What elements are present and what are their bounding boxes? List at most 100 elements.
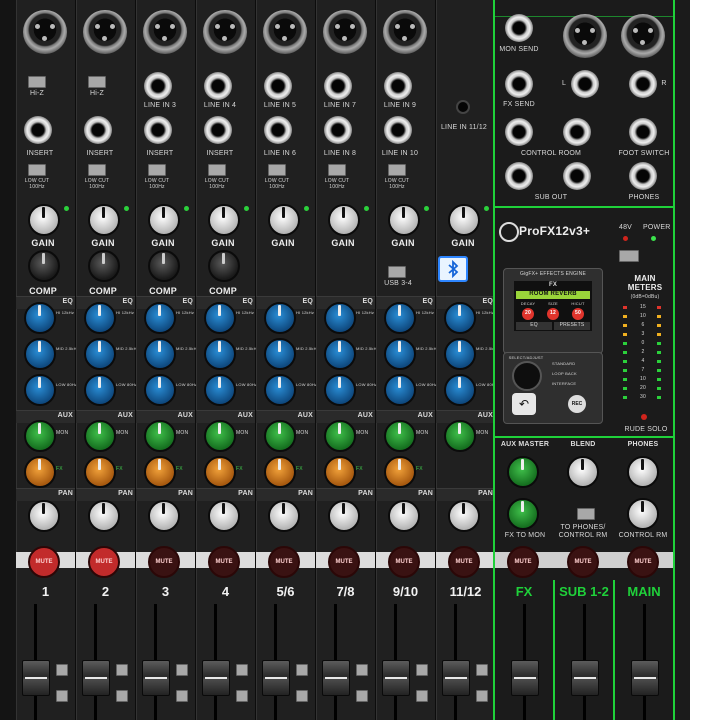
pan-knob[interactable] [208,500,240,532]
back-button[interactable]: ↶ [512,393,536,415]
fx-presets-button[interactable]: PRESETS [554,322,590,330]
mute-button[interactable]: MUTE [208,546,240,578]
mute-button[interactable]: MUTE [388,546,420,578]
sub-assign-switch[interactable] [356,664,368,676]
sub-out-2-jack[interactable] [563,162,591,190]
pan-knob[interactable] [88,500,120,532]
channel-fader[interactable] [262,660,290,696]
gain-knob[interactable] [448,204,480,236]
fx-mute-button[interactable]: MUTE [507,546,539,578]
eq-low-knob[interactable] [204,374,236,406]
main-assign-switch[interactable] [296,690,308,702]
main-mute-button[interactable]: MUTE [627,546,659,578]
channel-fader[interactable] [22,660,50,696]
pan-knob[interactable] [448,500,480,532]
main-assign-switch[interactable] [56,690,68,702]
fx-fader[interactable] [511,660,539,696]
low-cut-switch[interactable] [388,164,406,176]
phantom-switch[interactable] [619,250,639,262]
aux-fx-knob[interactable] [24,456,56,488]
pan-knob[interactable] [268,500,300,532]
fx-send-jack[interactable] [505,70,533,98]
line-in-jack-2[interactable] [324,116,352,144]
hiz-switch[interactable] [88,76,106,88]
pan-knob[interactable] [328,500,360,532]
aux-mon-knob[interactable] [324,420,356,452]
insert-jack[interactable] [144,116,172,144]
bluetooth-icon[interactable] [438,256,468,282]
hiz-switch[interactable] [28,76,46,88]
phones-knob[interactable] [627,456,659,488]
rec-button[interactable]: REC [568,395,586,413]
main-out-right-xlr[interactable] [621,14,665,58]
main-assign-switch[interactable] [176,690,188,702]
line-in-jack[interactable] [384,72,412,100]
line-in-jack[interactable] [204,72,232,100]
gain-knob[interactable] [268,204,300,236]
mute-button[interactable]: MUTE [268,546,300,578]
eq-low-knob[interactable] [324,374,356,406]
aux-mon-knob[interactable] [204,420,236,452]
eq-low-knob[interactable] [24,374,56,406]
eq-low-knob[interactable] [144,374,176,406]
main-assign-switch[interactable] [356,690,368,702]
line-in-jack[interactable] [144,72,172,100]
main-out-right-jack[interactable] [629,70,657,98]
aux-mon-knob[interactable] [444,420,476,452]
eq-mid-knob[interactable] [444,338,476,370]
xlr-input[interactable] [263,10,307,54]
eq-hi-knob[interactable] [144,302,176,334]
channel-fader[interactable] [202,660,230,696]
xlr-input[interactable] [23,10,67,54]
aux-mon-knob[interactable] [24,420,56,452]
main-assign-switch[interactable] [116,690,128,702]
line-in-11-12-jack[interactable] [456,100,470,114]
aux-fx-knob[interactable] [384,456,416,488]
main-out-left-xlr[interactable] [563,14,607,58]
eq-mid-knob[interactable] [24,338,56,370]
eq-hi-knob[interactable] [24,302,56,334]
phones-jack[interactable] [629,162,657,190]
sub-assign-switch[interactable] [296,664,308,676]
eq-mid-knob[interactable] [204,338,236,370]
control-rm-knob[interactable] [627,498,659,530]
xlr-input[interactable] [323,10,367,54]
foot-switch-jack[interactable] [629,118,657,146]
channel-fader[interactable] [142,660,170,696]
line-in-jack-2[interactable] [264,116,292,144]
insert-jack[interactable] [204,116,232,144]
comp-knob[interactable] [148,250,180,282]
sub-assign-switch[interactable] [176,664,188,676]
aux-master-mon-knob[interactable] [507,456,539,488]
pan-knob[interactable] [28,500,60,532]
sub-assign-switch[interactable] [476,664,488,676]
eq-hi-knob[interactable] [84,302,116,334]
aux-mon-knob[interactable] [84,420,116,452]
sub-assign-switch[interactable] [236,664,248,676]
main-fader[interactable] [631,660,659,696]
aux-mon-knob[interactable] [144,420,176,452]
line-in-jack[interactable] [324,72,352,100]
aux-fx-knob[interactable] [84,456,116,488]
fx-to-mon-knob[interactable] [507,498,539,530]
mute-button[interactable]: MUTE [148,546,180,578]
aux-mon-knob[interactable] [384,420,416,452]
channel-fader[interactable] [382,660,410,696]
eq-hi-knob[interactable] [384,302,416,334]
eq-mid-knob[interactable] [84,338,116,370]
low-cut-switch[interactable] [28,164,46,176]
insert-jack[interactable] [84,116,112,144]
sub-mute-button[interactable]: MUTE [567,546,599,578]
aux-fx-knob[interactable] [264,456,296,488]
eq-mid-knob[interactable] [384,338,416,370]
gain-knob[interactable] [388,204,420,236]
control-room-left-jack[interactable] [505,118,533,146]
eq-mid-knob[interactable] [144,338,176,370]
xlr-input[interactable] [203,10,247,54]
main-assign-switch[interactable] [416,690,428,702]
eq-mid-knob[interactable] [324,338,356,370]
aux-fx-knob[interactable] [204,456,236,488]
eq-low-knob[interactable] [384,374,416,406]
low-cut-switch[interactable] [148,164,166,176]
sub-out-1-jack[interactable] [505,162,533,190]
